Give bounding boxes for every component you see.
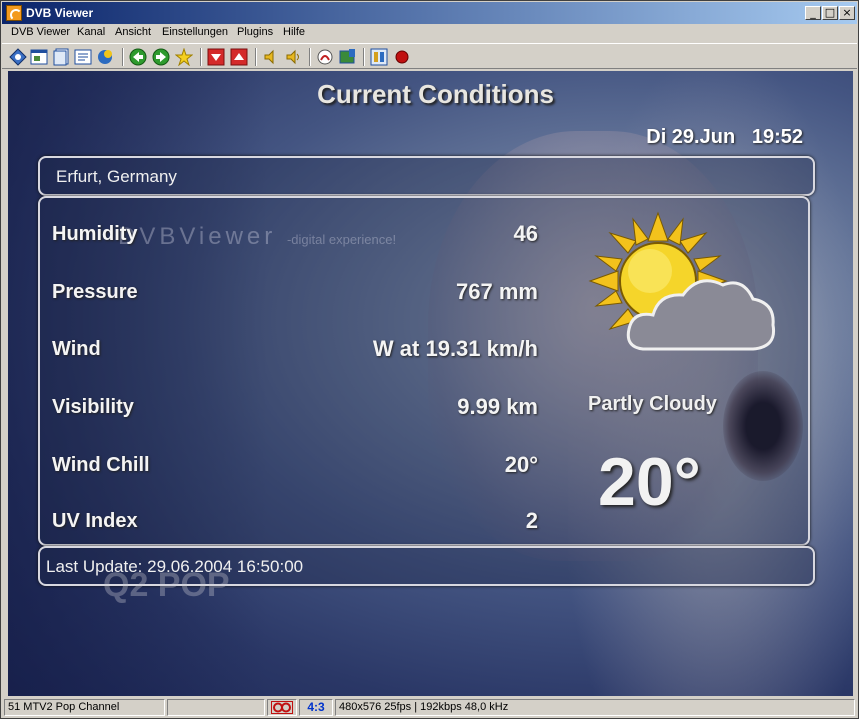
close-button[interactable]: × bbox=[839, 6, 855, 20]
wind-value: W at 19.31 km/h bbox=[372, 336, 538, 361]
visibility-value: 9.99 km bbox=[457, 394, 538, 419]
title-bar[interactable]: DVB Viewer _ □ × bbox=[2, 2, 857, 24]
osd-datetime: Di 29.Jun 19:52 bbox=[646, 126, 803, 148]
condition-text: Partly Cloudy bbox=[588, 393, 717, 415]
toolbar-separator bbox=[363, 48, 365, 66]
pressure-value: 767 mm bbox=[456, 279, 538, 304]
channel-list-icon[interactable] bbox=[9, 48, 27, 66]
dolby-icon bbox=[267, 699, 297, 716]
recorder-icon[interactable] bbox=[96, 48, 114, 66]
maximize-button[interactable]: □ bbox=[822, 6, 838, 20]
teletext-icon[interactable] bbox=[74, 48, 92, 66]
channel-down-icon[interactable] bbox=[207, 48, 225, 66]
menu-hilfe[interactable]: Hilfe bbox=[283, 26, 305, 38]
uv-index-value: 2 bbox=[525, 508, 538, 533]
toolbar-separator bbox=[122, 48, 124, 66]
mute-icon[interactable] bbox=[316, 48, 334, 66]
forward-icon[interactable] bbox=[152, 48, 170, 66]
toolbar-separator bbox=[255, 48, 257, 66]
humidity-label: Humidity bbox=[52, 223, 138, 245]
partly-cloudy-icon bbox=[588, 211, 776, 351]
app-icon bbox=[6, 5, 22, 21]
visibility-label: Visibility bbox=[52, 396, 134, 418]
humidity-value: 46 bbox=[513, 221, 538, 246]
current-temperature: 20° bbox=[598, 444, 701, 520]
window-title: DVB Viewer bbox=[26, 6, 94, 20]
menu-ansicht[interactable]: Ansicht bbox=[115, 26, 151, 38]
epg-icon[interactable] bbox=[52, 48, 70, 66]
wind-label: Wind bbox=[52, 338, 101, 360]
minimize-button[interactable]: _ bbox=[805, 6, 821, 20]
picture-window-icon[interactable] bbox=[30, 48, 48, 66]
location-text: Erfurt, Germany bbox=[56, 167, 177, 186]
menu-kanal[interactable]: Kanal bbox=[77, 26, 105, 38]
watermark: DVBViewer -digital experience! bbox=[118, 223, 397, 250]
favorites-star-icon[interactable] bbox=[175, 48, 193, 66]
dvb-viewer-window: DVB Viewer _ □ × DVB Viewer Kanal Ansich… bbox=[0, 0, 859, 719]
osd-heading: Current Conditions bbox=[317, 79, 554, 109]
channel-logo: Q2 POP bbox=[103, 566, 230, 604]
menu-bar: DVB Viewer Kanal Ansicht Einstellungen P… bbox=[2, 24, 857, 42]
aspect-ratio[interactable]: 4:3 bbox=[299, 699, 333, 716]
stream-info: 480x576 25fps | 192kbps 48,0 kHz bbox=[335, 699, 855, 716]
settings-icon[interactable] bbox=[370, 48, 388, 66]
toolbar-separator bbox=[309, 48, 311, 66]
status-empty-cell bbox=[167, 699, 265, 716]
toolbar-separator bbox=[200, 48, 202, 66]
volume-down-icon[interactable] bbox=[262, 48, 280, 66]
back-icon[interactable] bbox=[129, 48, 147, 66]
status-bar: 51 MTV2 Pop Channel 4:3 480x576 25fps | … bbox=[2, 697, 857, 718]
volume-up-icon[interactable] bbox=[285, 48, 303, 66]
location-panel: Erfurt, Germany bbox=[38, 156, 815, 196]
channel-up-icon[interactable] bbox=[230, 48, 248, 66]
menu-dvb-viewer[interactable]: DVB Viewer bbox=[11, 26, 70, 38]
wind-chill-label: Wind Chill bbox=[52, 454, 150, 476]
wind-chill-value: 20° bbox=[504, 452, 538, 477]
status-channel: 51 MTV2 Pop Channel bbox=[4, 699, 165, 716]
pressure-label: Pressure bbox=[52, 281, 138, 303]
menu-plugins[interactable]: Plugins bbox=[237, 26, 273, 38]
uv-index-label: UV Index bbox=[52, 510, 138, 532]
record-icon[interactable] bbox=[393, 48, 411, 66]
toolbar bbox=[2, 43, 857, 69]
video-display[interactable]: Current Conditions Di 29.Jun 19:52 Erfur… bbox=[8, 71, 853, 696]
menu-einstellungen[interactable]: Einstellungen bbox=[162, 26, 228, 38]
picture-icon[interactable] bbox=[339, 48, 357, 66]
